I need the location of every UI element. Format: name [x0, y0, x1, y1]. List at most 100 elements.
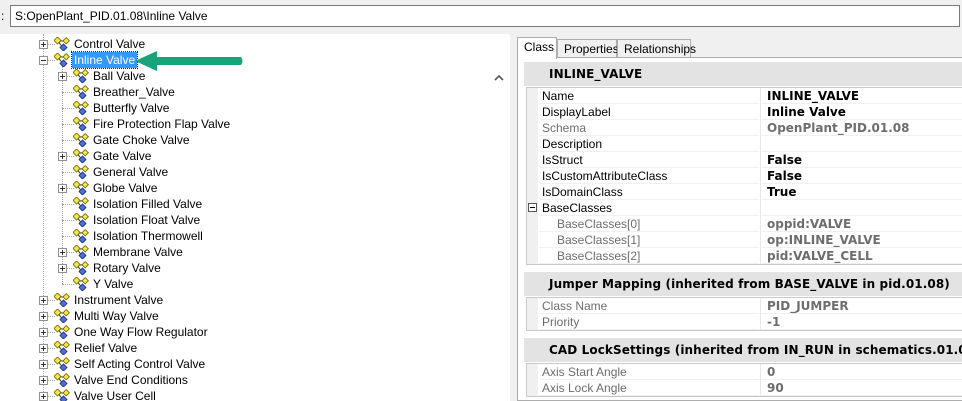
- tree-item-label[interactable]: Y Valve: [91, 276, 135, 292]
- property-row[interactable]: BaseClasses[2] pid:VALVE_CELL: [527, 248, 962, 264]
- property-value[interactable]: pid:VALVE_CELL: [760, 248, 962, 264]
- property-row[interactable]: Axis Start Angle 0: [527, 364, 962, 380]
- section-header: Jumper Mapping (inherited from BASE_VALV…: [524, 272, 962, 296]
- tree-item[interactable]: Isolation Filled Valve: [0, 196, 490, 212]
- tree-item-label[interactable]: Rotary Valve: [91, 260, 163, 276]
- tree-item[interactable]: Control Valve: [0, 36, 490, 52]
- expand-icon[interactable]: [58, 184, 67, 193]
- tree-item[interactable]: Rotary Valve: [0, 260, 490, 276]
- expand-icon[interactable]: [39, 376, 48, 385]
- tab-relationships[interactable]: Relationships: [617, 39, 696, 58]
- tree-item-label[interactable]: General Valve: [91, 164, 170, 180]
- expand-icon[interactable]: [58, 264, 67, 273]
- property-value[interactable]: False: [760, 152, 962, 168]
- tree-item-label[interactable]: One Way Flow Regulator: [72, 324, 210, 340]
- property-value[interactable]: 0: [760, 364, 962, 380]
- tree-item-label[interactable]: Gate Valve: [91, 148, 153, 164]
- property-value[interactable]: True: [760, 184, 962, 200]
- property-row[interactable]: Name INLINE_VALVE: [527, 88, 962, 104]
- ecclass-icon: [54, 389, 70, 401]
- tree-item-label[interactable]: Isolation Thermowell: [91, 228, 205, 244]
- property-row[interactable]: DisplayLabel Inline Valve: [527, 104, 962, 120]
- tree-item[interactable]: Butterfly Valve: [0, 100, 490, 116]
- expand-icon[interactable]: [58, 152, 67, 161]
- tree-item-label[interactable]: Valve User Cell: [72, 388, 158, 401]
- chevron-up-icon[interactable]: [492, 72, 506, 84]
- property-value[interactable]: PID_JUMPER: [760, 298, 962, 314]
- expand-icon[interactable]: [58, 248, 67, 257]
- property-value[interactable]: [760, 136, 962, 152]
- property-value[interactable]: Inline Valve: [760, 104, 962, 120]
- property-value[interactable]: False: [760, 168, 962, 184]
- property-value[interactable]: 90: [760, 380, 962, 396]
- ecclass-icon: [54, 53, 70, 67]
- tree-item[interactable]: General Valve: [0, 164, 490, 180]
- property-row[interactable]: BaseClasses[1] op:INLINE_VALVE: [527, 232, 962, 248]
- tree-item[interactable]: Inline Valve: [0, 51, 490, 69]
- property-value[interactable]: op:INLINE_VALVE: [760, 232, 962, 248]
- collapse-icon[interactable]: [39, 56, 48, 65]
- tab-class[interactable]: Class: [517, 37, 557, 59]
- collapse-icon[interactable]: [528, 203, 537, 212]
- tree-item[interactable]: Y Valve: [0, 276, 490, 292]
- tree-item-label[interactable]: Isolation Float Valve: [91, 212, 202, 228]
- tree-item-label[interactable]: Membrane Valve: [91, 244, 185, 260]
- tree-item[interactable]: Isolation Thermowell: [0, 228, 490, 244]
- property-value[interactable]: [760, 200, 962, 216]
- property-row[interactable]: BaseClasses: [527, 200, 962, 216]
- path-input[interactable]: S:OpenPlant_PID.01.08\Inline Valve: [10, 5, 960, 27]
- property-value[interactable]: OpenPlant_PID.01.08: [760, 120, 962, 136]
- property-row[interactable]: Schema OpenPlant_PID.01.08: [527, 120, 962, 136]
- expand-icon[interactable]: [39, 392, 48, 401]
- tree-item[interactable]: Gate Valve: [0, 148, 490, 164]
- tree-item[interactable]: Valve End Conditions: [0, 372, 490, 388]
- tree-item[interactable]: Instrument Valve: [0, 292, 490, 308]
- property-value[interactable]: oppid:VALVE: [760, 216, 962, 232]
- tab-properties[interactable]: Properties: [557, 39, 619, 58]
- tree-item-label[interactable]: Gate Choke Valve: [91, 132, 192, 148]
- tree-item-label[interactable]: Breather_Valve: [91, 84, 177, 100]
- tree-item[interactable]: Isolation Float Valve: [0, 212, 490, 228]
- tree-item[interactable]: Relief Valve: [0, 340, 490, 356]
- property-row[interactable]: Priority -1: [527, 314, 962, 330]
- tree-item-label[interactable]: Inline Valve: [70, 51, 139, 69]
- tree-item[interactable]: Gate Choke Valve: [0, 132, 490, 148]
- tree-item-label[interactable]: Instrument Valve: [72, 292, 165, 308]
- property-row[interactable]: Description: [527, 136, 962, 152]
- property-row[interactable]: BaseClasses[0] oppid:VALVE: [527, 216, 962, 232]
- tree-item[interactable]: Multi Way Valve: [0, 308, 490, 324]
- property-row[interactable]: Axis Lock Angle 90: [527, 380, 962, 396]
- expand-icon[interactable]: [39, 312, 48, 321]
- tree-item[interactable]: Ball Valve: [0, 68, 490, 84]
- property-value[interactable]: INLINE_VALVE: [760, 88, 962, 104]
- expand-icon[interactable]: [39, 296, 48, 305]
- property-value[interactable]: -1: [760, 314, 962, 330]
- tree-item[interactable]: Self Acting Control Valve: [0, 356, 490, 372]
- tree-item-label[interactable]: Butterfly Valve: [91, 100, 171, 116]
- tree-item-label[interactable]: Fire Protection Flap Valve: [91, 116, 232, 132]
- tree-item-label[interactable]: Isolation Filled Valve: [91, 196, 204, 212]
- class-tree[interactable]: Control Valve Inline Valve Ball Valve Breat…: [0, 34, 510, 401]
- property-row[interactable]: Class Name PID_JUMPER: [527, 298, 962, 314]
- property-name: IsStruct: [539, 152, 759, 168]
- tree-item-label[interactable]: Valve End Conditions: [72, 372, 190, 388]
- expand-icon[interactable]: [39, 344, 48, 353]
- tree-item-label[interactable]: Self Acting Control Valve: [72, 356, 207, 372]
- property-row[interactable]: IsCustomAttributeClass False: [527, 168, 962, 184]
- tree-item-label[interactable]: Multi Way Valve: [72, 308, 161, 324]
- tree-item-label[interactable]: Relief Valve: [72, 340, 139, 356]
- expand-icon[interactable]: [39, 40, 48, 49]
- tree-item-label[interactable]: Globe Valve: [91, 180, 159, 196]
- tree-item[interactable]: Membrane Valve: [0, 244, 490, 260]
- tree-item[interactable]: Breather_Valve: [0, 84, 490, 100]
- tree-item[interactable]: One Way Flow Regulator: [0, 324, 490, 340]
- ecclass-icon: [73, 101, 89, 115]
- property-row[interactable]: IsDomainClass True: [527, 184, 962, 200]
- expand-icon[interactable]: [58, 72, 67, 81]
- expand-icon[interactable]: [39, 360, 48, 369]
- tree-item[interactable]: Globe Valve: [0, 180, 490, 196]
- expand-icon[interactable]: [39, 328, 48, 337]
- property-row[interactable]: IsStruct False: [527, 152, 962, 168]
- tree-item[interactable]: Fire Protection Flap Valve: [0, 116, 490, 132]
- tree-item[interactable]: Valve User Cell: [0, 388, 490, 401]
